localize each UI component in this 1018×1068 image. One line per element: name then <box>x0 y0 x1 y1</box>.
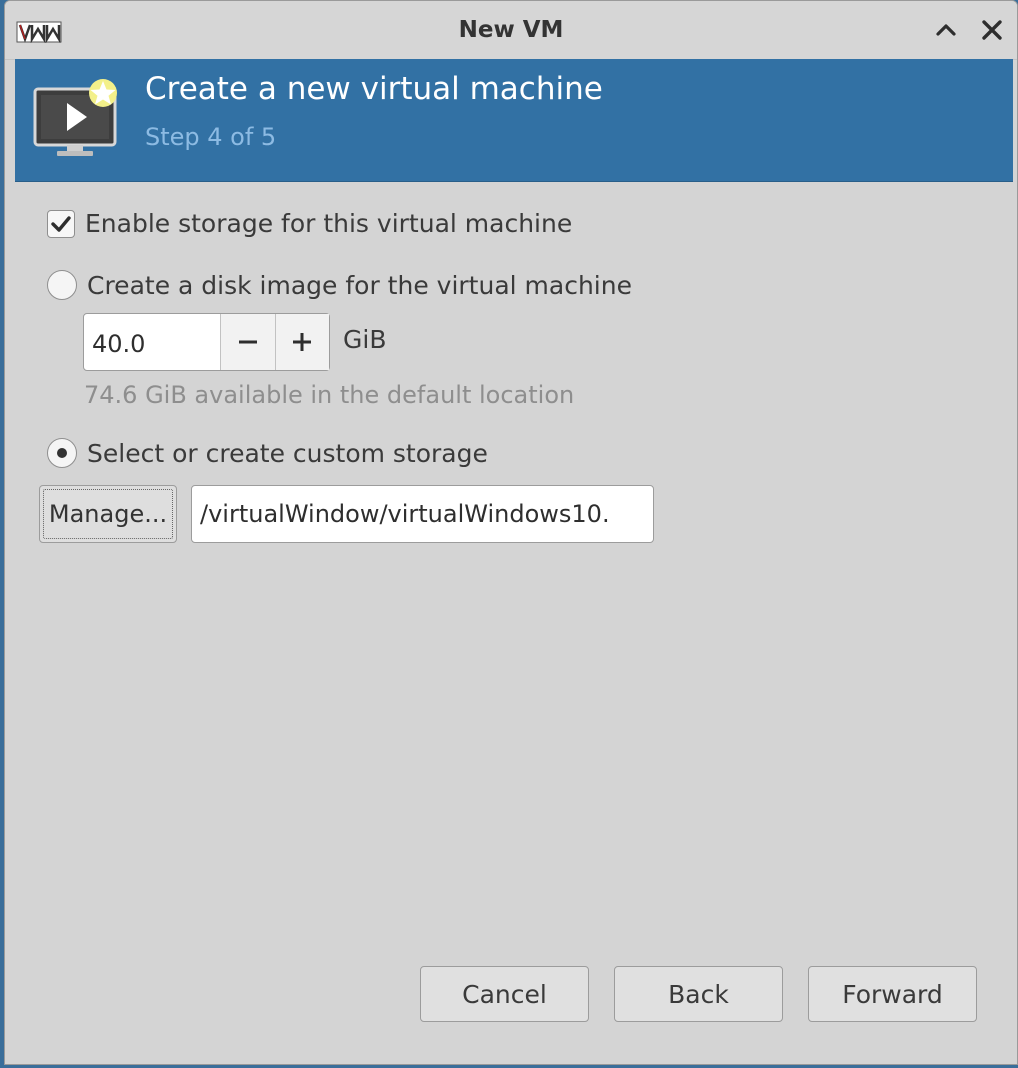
radio-selected-dot <box>57 448 67 458</box>
maximize-button[interactable] <box>931 15 961 45</box>
new-vm-dialog: New VM Create a new virtual machine Step… <box>4 0 1018 1065</box>
disk-size-input[interactable] <box>84 314 220 370</box>
wizard-title: Create a new virtual machine <box>145 71 603 107</box>
close-icon <box>982 20 1002 40</box>
decrease-button[interactable] <box>220 314 275 370</box>
disk-image-label: Create a disk image for the virtual mach… <box>87 270 632 300</box>
disk-size-unit: GiB <box>343 325 387 354</box>
checkmark-icon <box>51 215 71 232</box>
cancel-button[interactable]: Cancel <box>420 966 589 1022</box>
available-space-hint: 74.6 GiB available in the default locati… <box>84 381 575 409</box>
disk-image-option[interactable]: Create a disk image for the virtual mach… <box>47 270 632 300</box>
plus-icon <box>293 333 312 351</box>
wizard-banner: Create a new virtual machine Step 4 of 5 <box>15 59 1013 182</box>
wizard-step: Step 4 of 5 <box>145 123 277 151</box>
titlebar[interactable]: New VM <box>5 1 1017 60</box>
enable-storage-label: Enable storage for this virtual machine <box>85 209 573 238</box>
disk-image-radio[interactable] <box>47 270 77 300</box>
custom-storage-radio[interactable] <box>47 438 77 468</box>
close-button[interactable] <box>977 15 1007 45</box>
storage-path-input[interactable]: /virtualWindow/virtualWindows10. <box>191 485 654 543</box>
enable-storage-row[interactable]: Enable storage for this virtual machine <box>47 209 572 238</box>
manage-button[interactable]: Manage... <box>39 485 177 543</box>
custom-storage-label: Select or create custom storage <box>87 438 488 468</box>
enable-storage-checkbox[interactable] <box>47 209 75 238</box>
increase-button[interactable] <box>274 314 329 370</box>
back-button[interactable]: Back <box>614 966 783 1022</box>
minus-icon <box>238 340 257 344</box>
chevron-up-icon <box>936 24 956 36</box>
window-title: New VM <box>458 17 564 43</box>
forward-button[interactable]: Forward <box>808 966 977 1022</box>
monitor-play-star-icon <box>33 79 117 156</box>
custom-storage-option[interactable]: Select or create custom storage <box>47 438 488 468</box>
disk-size-spinbox[interactable] <box>83 313 330 371</box>
